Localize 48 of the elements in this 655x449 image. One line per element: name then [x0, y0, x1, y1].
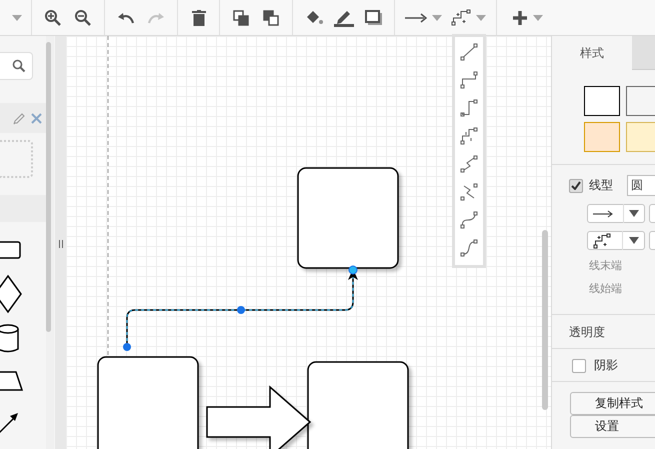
opacity-label: 透明度 [552, 315, 655, 349]
caret-icon [432, 14, 442, 20]
style-swatch[interactable] [626, 122, 655, 152]
style-button[interactable]: 复制样式 [570, 392, 655, 415]
connector-style-icon[interactable] [460, 211, 478, 229]
scrollbar-thumb[interactable] [542, 230, 548, 410]
line-end-label: 线始端 [589, 281, 623, 296]
plus-icon [512, 10, 528, 26]
dropdown-caret-icon [629, 237, 639, 244]
block-arrow-shape[interactable] [206, 385, 312, 449]
style-swatch[interactable] [584, 122, 620, 152]
connector-style-icon[interactable] [460, 155, 478, 173]
shadow-label: 阴影 [594, 357, 618, 374]
connector-style-icon[interactable] [460, 239, 478, 257]
caret-icon [532, 14, 542, 20]
scratchpad-drop-area [0, 140, 33, 178]
rounded-rectangle-shape[interactable] [297, 167, 399, 269]
line-pattern-select[interactable]: 圆 [627, 175, 655, 196]
search-icon [12, 59, 26, 73]
arrow-shape-icon[interactable] [0, 413, 18, 434]
arrow-icon [593, 210, 613, 218]
connector-style-icon[interactable] [460, 127, 478, 145]
line-checkbox[interactable] [569, 178, 583, 192]
style-swatch[interactable] [626, 86, 655, 116]
waypoint-style-select[interactable] [587, 231, 645, 250]
diamond-shape-icon[interactable] [0, 274, 22, 314]
arrow-icon [405, 12, 428, 22]
line-end-select[interactable] [587, 204, 645, 223]
style-button[interactable]: 设置 [570, 415, 655, 438]
shadow-checkbox[interactable] [572, 358, 586, 372]
caret-icon [476, 14, 486, 20]
connector-style-icon[interactable] [460, 43, 478, 61]
scrollbar-thumb[interactable] [46, 42, 51, 332]
parallelogram-shape-icon[interactable] [0, 371, 24, 391]
line-label: 线型 [589, 177, 613, 194]
selected-connector[interactable] [123, 266, 358, 351]
connector-style-icon[interactable] [460, 71, 478, 89]
grip-icon [58, 240, 62, 248]
rectangle-shape-icon[interactable] [0, 241, 21, 259]
connector-style-icon[interactable] [460, 99, 478, 117]
search-field[interactable] [0, 52, 33, 80]
connector-style-icon[interactable] [460, 183, 478, 201]
line-end-label: 线末端 [589, 258, 623, 273]
waypoints-icon [450, 8, 471, 26]
cylinder-shape-icon[interactable] [0, 324, 19, 352]
dropdown-caret-icon [629, 210, 639, 217]
waypoints-icon [593, 232, 611, 248]
style-swatch[interactable] [584, 86, 620, 116]
